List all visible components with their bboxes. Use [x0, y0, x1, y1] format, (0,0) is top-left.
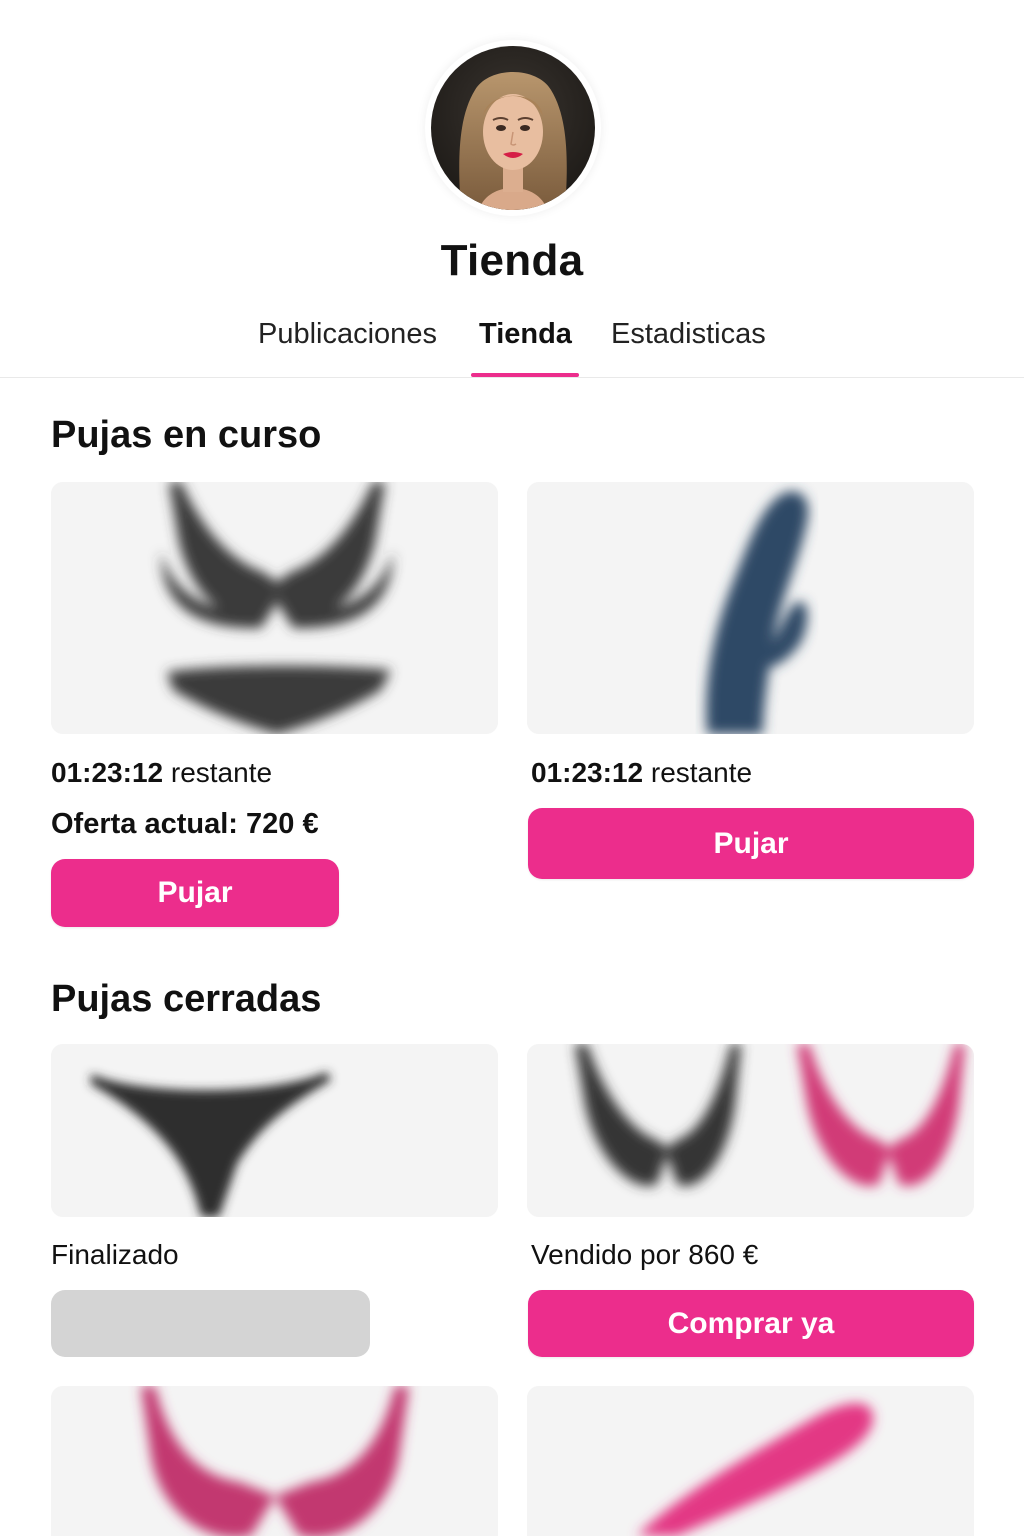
product-image-lingerie-set[interactable]	[51, 482, 498, 734]
bid-button[interactable]: Pujar	[51, 859, 339, 927]
bras-image	[527, 1044, 974, 1217]
avatar[interactable]	[425, 40, 601, 216]
current-offer: Oferta actual: 720 €	[51, 808, 319, 840]
time-remaining-value: 01:23:12	[531, 757, 644, 788]
time-remaining: 01:23:12 restante	[531, 757, 752, 789]
page-title: Tienda	[440, 236, 584, 285]
time-remaining-value: 01:23:12	[51, 757, 164, 788]
tab-bar: Publicaciones Tienda Estadisticas	[0, 300, 1024, 378]
tab-estadisticas[interactable]: Estadisticas	[611, 318, 766, 351]
profile-photo	[431, 46, 595, 210]
time-remaining-suffix: restante	[170, 757, 273, 788]
tab-publicaciones[interactable]: Publicaciones	[258, 318, 437, 351]
product-image-thong[interactable]	[51, 1044, 498, 1217]
tab-tienda[interactable]: Tienda	[479, 318, 572, 351]
product-image-bras[interactable]	[527, 1044, 974, 1217]
toy-pink-image	[527, 1386, 974, 1536]
lingerie-set-image	[51, 482, 498, 734]
product-image-toy-blue[interactable]	[527, 482, 974, 734]
bra-pink-image	[51, 1386, 498, 1536]
time-remaining: 01:23:12 restante	[51, 757, 272, 789]
disabled-button	[51, 1290, 370, 1357]
sold-price: Vendido por 860 €	[531, 1239, 759, 1270]
section-title-active: Pujas en curso	[51, 414, 322, 456]
toy-blue-image	[527, 482, 974, 734]
product-image-toy-pink[interactable]	[527, 1386, 974, 1536]
auction-status: Finalizado	[51, 1239, 179, 1270]
thong-image	[51, 1044, 498, 1217]
buy-now-button[interactable]: Comprar ya	[528, 1290, 974, 1357]
active-tab-indicator	[471, 373, 579, 377]
time-remaining-suffix: restante	[650, 757, 753, 788]
section-title-closed: Pujas cerradas	[51, 978, 322, 1020]
avatar-image	[431, 46, 595, 210]
product-image-bra-pink[interactable]	[51, 1386, 498, 1536]
bid-button[interactable]: Pujar	[528, 808, 974, 879]
